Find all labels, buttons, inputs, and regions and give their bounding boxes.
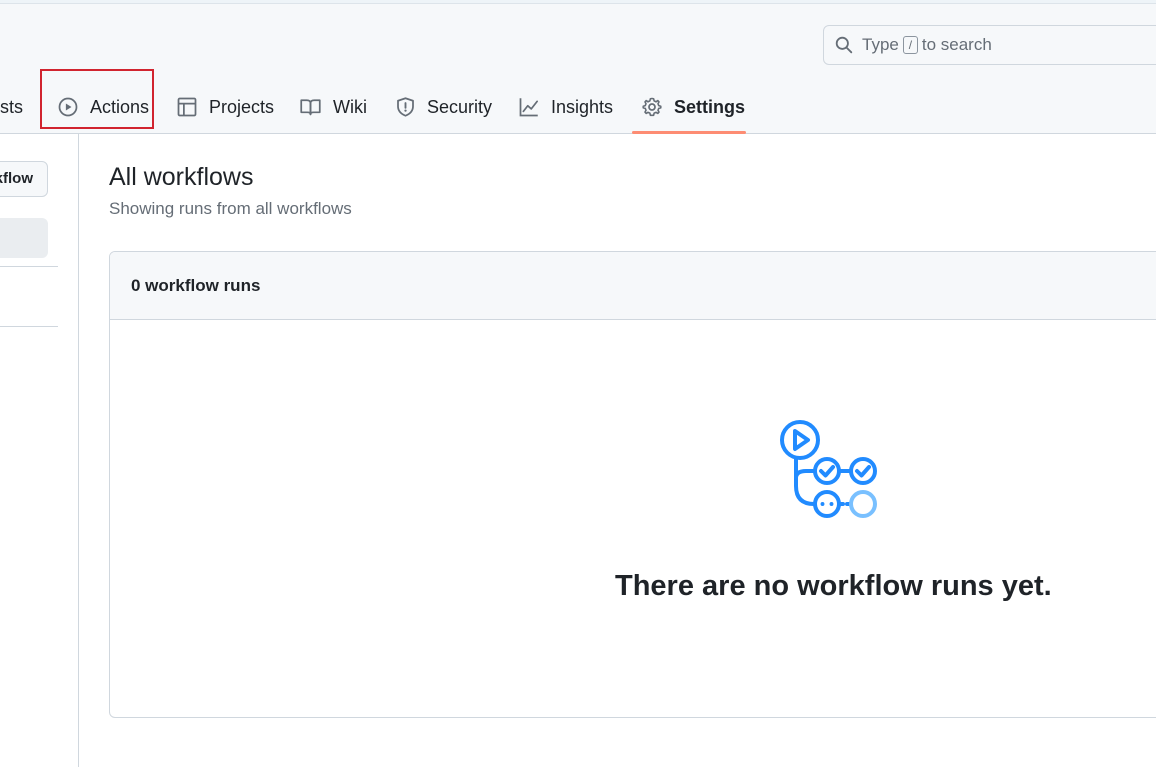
sidebar-item-all-workflows[interactable] bbox=[0, 218, 48, 258]
search-input[interactable]: Type / to search bbox=[823, 25, 1156, 65]
repo-header: Type / to search ests Actions Projects W… bbox=[0, 0, 1156, 134]
table-icon bbox=[177, 97, 197, 117]
tab-projects[interactable]: Projects bbox=[177, 82, 274, 132]
search-suffix: to search bbox=[921, 35, 992, 54]
book-icon bbox=[300, 99, 321, 116]
page-subtitle: Showing runs from all workflows bbox=[109, 199, 352, 218]
tab-insights[interactable]: Insights bbox=[519, 82, 613, 132]
empty-state-message: There are no workflow runs yet. bbox=[615, 570, 1052, 602]
shield-icon bbox=[397, 97, 414, 117]
top-strip bbox=[0, 0, 1156, 4]
actions-tab-highlight bbox=[40, 69, 154, 129]
page-title: All workflows bbox=[109, 163, 254, 191]
selected-tab-underline bbox=[632, 131, 746, 134]
search-shortcut-key: / bbox=[902, 36, 918, 54]
tab-wiki[interactable]: Wiki bbox=[300, 82, 367, 132]
sidebar-separator bbox=[0, 326, 58, 327]
tab-label: Insights bbox=[551, 96, 614, 117]
workflow-icon bbox=[780, 420, 877, 518]
tab-label: Wiki bbox=[333, 96, 367, 117]
tab-pull-requests[interactable]: ests bbox=[0, 82, 23, 132]
tab-label: Security bbox=[427, 96, 493, 117]
runs-count-header: 0 workflow runs bbox=[110, 252, 1156, 320]
tab-security[interactable]: Security bbox=[396, 82, 492, 132]
tab-label: ests bbox=[0, 96, 24, 117]
new-workflow-label: kflow bbox=[0, 170, 33, 187]
new-workflow-button[interactable]: kflow bbox=[0, 161, 48, 197]
search-prefix: Type bbox=[862, 35, 899, 54]
tab-label: Projects bbox=[209, 96, 275, 117]
gear-icon bbox=[642, 97, 662, 117]
workflow-runs-box: 0 workflow runs There are no workflow ru… bbox=[109, 251, 1156, 718]
sidebar-separator bbox=[0, 266, 58, 267]
graph-icon bbox=[519, 98, 538, 117]
sidebar-divider bbox=[78, 134, 79, 767]
search-icon bbox=[835, 36, 853, 54]
tab-settings[interactable]: Settings bbox=[642, 82, 745, 132]
tab-label: Settings bbox=[674, 96, 746, 117]
